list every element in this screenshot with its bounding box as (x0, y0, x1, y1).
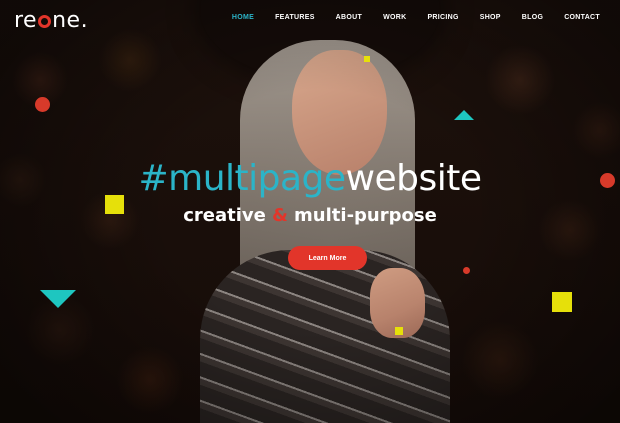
learn-more-button[interactable]: Learn More (288, 246, 367, 270)
brand-logo[interactable]: re ne. (14, 8, 88, 33)
nav-item-home[interactable]: HOME (232, 14, 254, 21)
headline-rest: website (345, 158, 482, 199)
headline-accent: #multipage (138, 158, 346, 199)
red-circle-decoration (35, 97, 50, 112)
nav-item-about[interactable]: ABOUT (336, 14, 362, 21)
logo-text-prefix: re (14, 8, 38, 33)
nav-item-work[interactable]: WORK (383, 14, 406, 21)
nav-item-contact[interactable]: CONTACT (564, 14, 600, 21)
yellow-square-decoration (552, 292, 572, 312)
subheadline-part-1: creative (183, 205, 273, 226)
hero-subheadline: creative & multi-purpose (0, 205, 620, 226)
hero-headline: #multipagewebsite (0, 158, 620, 199)
subheadline-part-2: multi-purpose (287, 205, 437, 226)
nav-item-pricing[interactable]: PRICING (427, 14, 458, 21)
nav-item-shop[interactable]: SHOP (480, 14, 501, 21)
red-circle-decoration (463, 267, 470, 274)
logo-dot: . (80, 8, 89, 33)
nav-item-blog[interactable]: BLOG (522, 14, 543, 21)
teal-triangle-decoration (40, 290, 76, 308)
nav-item-features[interactable]: FEATURES (275, 14, 315, 21)
subheadline-ampersand: & (272, 205, 288, 226)
yellow-square-decoration (364, 56, 370, 62)
teal-triangle-decoration (454, 110, 474, 120)
main-nav: HOME FEATURES ABOUT WORK PRICING SHOP BL… (211, 14, 600, 21)
hero-section: re ne. HOME FEATURES ABOUT WORK PRICING S… (0, 0, 620, 423)
yellow-square-decoration (395, 327, 403, 335)
logo-text-suffix: ne (52, 8, 81, 33)
top-navbar: re ne. HOME FEATURES ABOUT WORK PRICING S… (0, 0, 620, 40)
logo-ring-icon (38, 15, 52, 28)
